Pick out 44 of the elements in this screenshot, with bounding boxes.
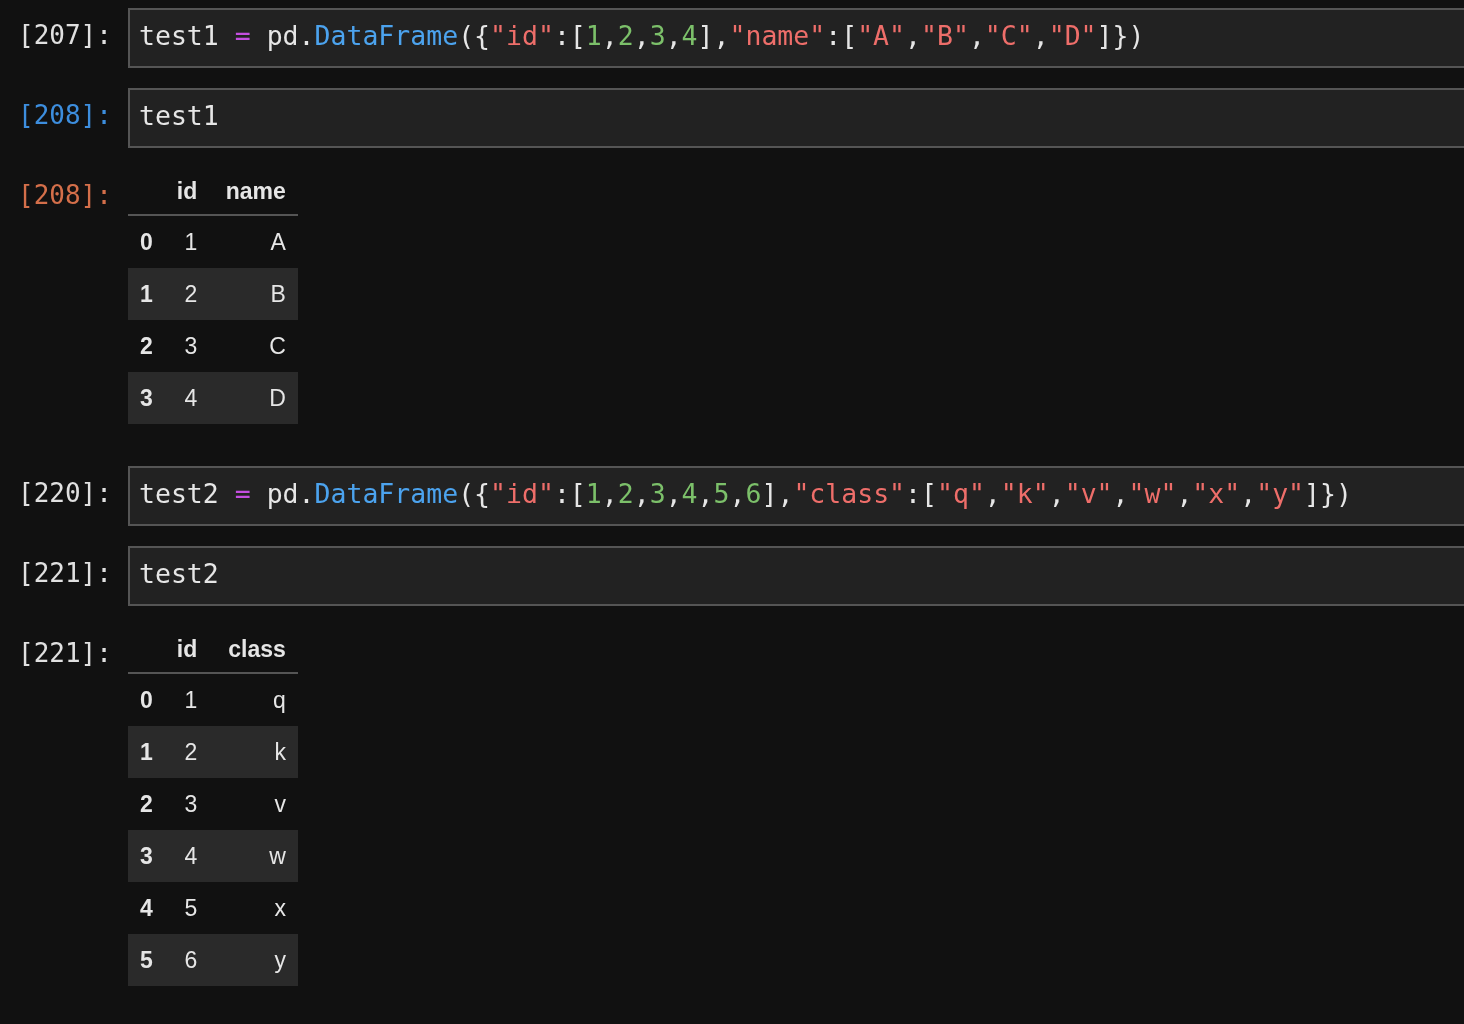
row-index: 2: [128, 778, 165, 830]
code-input-field[interactable]: test2: [128, 546, 1464, 606]
table-cell: 2: [164, 726, 210, 778]
table-cell: 6: [164, 934, 210, 986]
output-prompt: [221]:: [17, 637, 113, 668]
row-index: 3: [128, 830, 165, 882]
column-header: name: [209, 168, 298, 215]
table-cell: 1: [164, 215, 210, 268]
row-index: 2: [128, 320, 165, 372]
table-cell: 5: [164, 882, 210, 934]
table-cell: 3: [164, 320, 210, 372]
input-prompt: [221]:: [17, 557, 113, 588]
input-prompt: [208]:: [17, 99, 113, 130]
code-input-field[interactable]: test1 = pd.DataFrame({"id":[1,2,3,4],"name":["A","B","C","D"]}): [128, 8, 1464, 68]
table-cell: C: [209, 320, 298, 372]
table-cell: 4: [164, 830, 210, 882]
output-prompt: [208]:: [17, 179, 113, 210]
table-cell: y: [209, 934, 298, 986]
code-input-field[interactable]: test1: [128, 88, 1464, 148]
input-prompt: [207]:: [17, 19, 113, 50]
table-cell: 2: [164, 268, 210, 320]
table-cell: k: [209, 726, 298, 778]
table-cell: x: [209, 882, 298, 934]
table-cell: v: [209, 778, 298, 830]
table-cell: B: [209, 268, 298, 320]
column-header: class: [209, 626, 298, 673]
row-index: 3: [128, 372, 165, 424]
table-cell: D: [209, 372, 298, 424]
column-header: id: [164, 168, 210, 215]
table-cell: A: [209, 215, 298, 268]
row-index: 0: [128, 673, 165, 726]
row-index: 4: [128, 882, 165, 934]
code-input-field[interactable]: test2 = pd.DataFrame({"id":[1,2,3,4,5,6],"class":["q","k","v","w","x","y"]}): [128, 466, 1464, 526]
table-cell: 1: [164, 673, 210, 726]
row-index: 0: [128, 215, 165, 268]
table-cell: 4: [164, 372, 210, 424]
row-index: 1: [128, 268, 165, 320]
column-header: id: [164, 626, 210, 673]
input-prompt: [220]:: [17, 477, 113, 508]
table-cell: w: [209, 830, 298, 882]
table-cell: q: [209, 673, 298, 726]
table-cell: 3: [164, 778, 210, 830]
row-index: 5: [128, 934, 165, 986]
row-index: 1: [128, 726, 165, 778]
